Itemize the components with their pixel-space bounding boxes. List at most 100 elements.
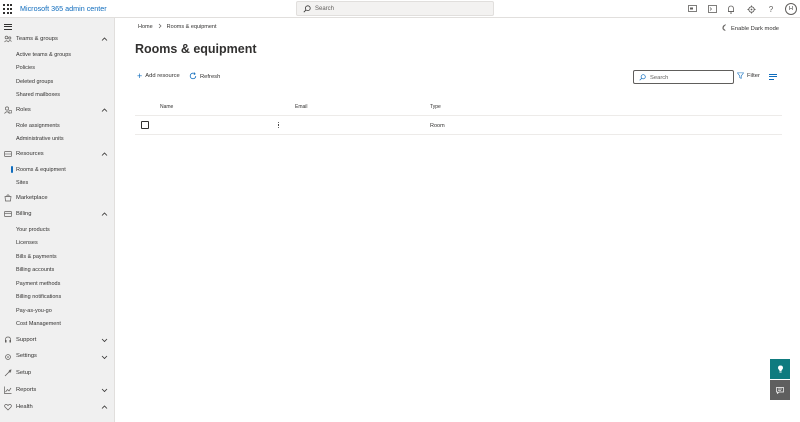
breadcrumb-home[interactable]: Home	[138, 24, 153, 30]
sidebar-item-label: Pay-as-you-go	[16, 307, 52, 314]
sidebar-item-sites[interactable]: Sites	[0, 178, 115, 189]
billing-icon	[4, 210, 12, 218]
marketplace-icon	[4, 194, 12, 202]
lightbulb-icon	[777, 365, 783, 373]
search-icon	[639, 74, 646, 83]
breadcrumb-current: Rooms & equipment	[166, 24, 217, 30]
sidebar-group-health[interactable]: Health	[0, 401, 115, 413]
sidebar-group-label: Reports	[16, 386, 37, 393]
cell-type: Room	[430, 123, 445, 129]
filter-icon	[737, 72, 744, 79]
app-title[interactable]: Microsoft 365 admin center	[20, 4, 107, 13]
support-icon	[4, 336, 12, 344]
chat-icon	[776, 386, 784, 394]
breadcrumb: Home Rooms & equipment	[138, 23, 217, 31]
help-icon[interactable]: ?	[765, 3, 777, 15]
chevron-right-icon	[158, 23, 162, 31]
sidebar-group-resources[interactable]: Resources	[0, 148, 115, 160]
chevron-up-icon	[101, 405, 108, 409]
chevron-down-icon	[101, 338, 108, 343]
sidebar-item-shared-mailboxes[interactable]: Shared mailboxes	[0, 90, 115, 101]
sidebar-group-marketplace[interactable]: Marketplace	[0, 192, 115, 204]
sidebar-group-reports[interactable]: Reports	[0, 384, 115, 396]
main-content: Home Rooms & equipment Enable Dark mode …	[115, 18, 800, 422]
avatar[interactable]: H	[785, 3, 797, 15]
filter-label: Filter	[747, 72, 760, 79]
health-icon	[4, 403, 12, 411]
sidebar-item-label: Deleted groups	[16, 78, 54, 85]
sidebar-group-billing[interactable]: Billing	[0, 208, 115, 220]
sidebar-item-your-products[interactable]: Your products	[0, 224, 115, 235]
row-checkbox[interactable]	[141, 121, 149, 129]
sidebar-group-label: Settings	[16, 353, 37, 359]
sidebar-group-label: Setup	[16, 369, 32, 376]
sidebar-group-roles[interactable]: Roles	[0, 104, 115, 116]
chevron-up-icon	[101, 212, 108, 216]
sidebar-item-payment-methods[interactable]: Payment methods	[0, 278, 115, 289]
sidebar-group-setup[interactable]: Setup	[0, 367, 115, 379]
roles-icon	[4, 106, 12, 114]
sidebar-item-billing-accounts[interactable]: Billing accounts	[0, 265, 115, 276]
column-header-type[interactable]: Type	[430, 104, 441, 110]
settings-icon	[4, 353, 12, 361]
sidebar-item-cost-management[interactable]: Cost Management	[0, 319, 115, 330]
enable-dark-mode-toggle[interactable]: Enable Dark mode	[721, 24, 779, 33]
hamburger-menu-icon[interactable]	[4, 24, 12, 30]
sidebar-item-pay-as-you-go[interactable]: Pay-as-you-go	[0, 305, 115, 316]
filter-button[interactable]: Filter	[737, 72, 760, 79]
sidebar-item-role-assignments[interactable]: Role assignments	[0, 120, 115, 131]
top-bar: Microsoft 365 admin center Search ? H	[0, 0, 800, 18]
page-title: Rooms & equipment	[135, 42, 257, 56]
sidebar-item-label: Your products	[16, 226, 50, 233]
add-resource-button[interactable]: + Add resource	[137, 71, 180, 81]
sidebar-item-label: Shared mailboxes	[16, 92, 61, 98]
plus-icon: +	[137, 71, 143, 81]
active-indicator	[11, 166, 13, 173]
sidebar-group-label: Support	[16, 336, 37, 343]
terminal-icon[interactable]	[706, 3, 718, 15]
chevron-down-icon	[101, 388, 108, 393]
app-launcher-icon[interactable]	[3, 4, 13, 14]
sidebar-group-teams-groups[interactable]: Teams & groups	[0, 33, 115, 45]
chat-button[interactable]	[770, 380, 790, 400]
header-divider	[135, 115, 782, 116]
global-search-box[interactable]: Search	[296, 1, 494, 16]
sidebar-group-label: Teams & groups	[16, 35, 58, 42]
more-options-icon[interactable]	[277, 122, 280, 131]
sidebar-item-active-teams-groups[interactable]: Active teams & groups	[0, 49, 115, 60]
sidebar-group-support[interactable]: Support	[0, 334, 115, 346]
sidebar-item-deleted-groups[interactable]: Deleted groups	[0, 76, 115, 87]
setup-icon	[4, 369, 12, 377]
cast-icon[interactable]	[686, 3, 698, 15]
search-icon	[303, 5, 311, 15]
column-header-email[interactable]: Email	[295, 104, 308, 110]
sidebar-group-settings[interactable]: Settings	[0, 351, 115, 363]
search-placeholder: Search	[650, 74, 669, 81]
sidebar-group-label: Roles	[16, 106, 31, 113]
refresh-label: Refresh	[200, 73, 221, 80]
sidebar-group-label: Billing	[16, 210, 32, 217]
sidebar-group-label: Marketplace	[16, 194, 48, 201]
refresh-button[interactable]: Refresh	[189, 72, 220, 81]
sidebar-item-licenses[interactable]: Licenses	[0, 238, 115, 249]
row-divider	[135, 134, 782, 135]
sidebar-item-label: Policies	[16, 65, 35, 71]
feedback-lightbulb-button[interactable]	[770, 359, 790, 379]
chevron-up-icon	[101, 37, 108, 41]
column-header-name[interactable]: Name	[160, 104, 173, 110]
sidebar-item-label: Sites	[16, 180, 29, 186]
search-input[interactable]: Search	[633, 70, 734, 84]
gear-icon[interactable]	[745, 3, 757, 15]
sidebar-item-billing-notifications[interactable]: Billing notifications	[0, 292, 115, 303]
sidebar-item-bills-payments[interactable]: Bills & payments	[0, 251, 115, 262]
sidebar-item-administrative-units[interactable]: Administrative units	[0, 134, 115, 145]
sidebar-item-label: Payment methods	[16, 280, 61, 287]
people-icon	[4, 35, 12, 43]
sidebar-item-policies[interactable]: Policies	[0, 63, 115, 74]
moon-icon	[721, 24, 728, 33]
choose-columns-icon[interactable]	[769, 74, 777, 80]
sidebar-item-rooms-equipment[interactable]: Rooms & equipment	[0, 164, 115, 175]
notifications-bell-icon[interactable]	[725, 3, 737, 15]
dark-mode-label: Enable Dark mode	[731, 25, 780, 32]
sidebar-item-label: Administrative units	[16, 136, 64, 142]
